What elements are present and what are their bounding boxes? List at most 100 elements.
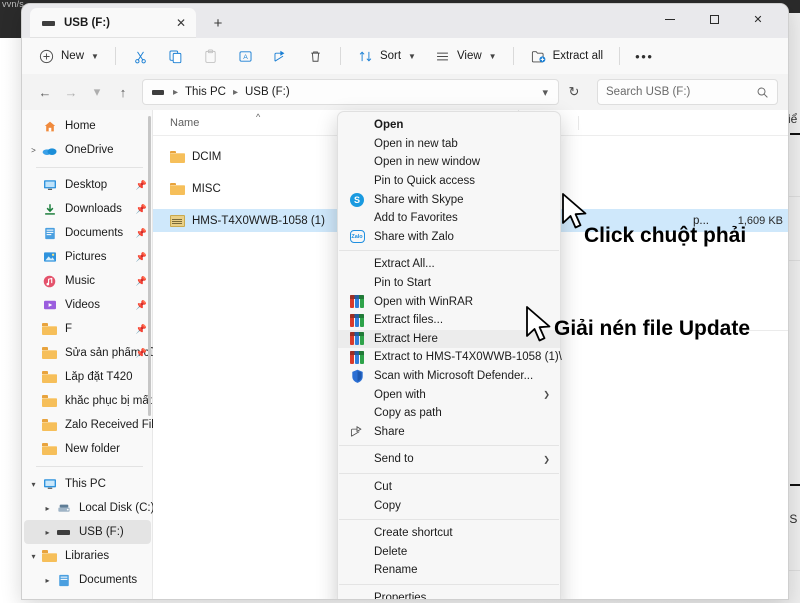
menu-item-copy[interactable]: Copy — [338, 496, 560, 515]
share-button[interactable] — [264, 42, 297, 70]
sidebar-item-music[interactable]: Music 📌 — [22, 269, 153, 293]
more-icon: ••• — [635, 49, 653, 64]
winrar-icon — [349, 312, 365, 328]
sidebar-item-local-disk-c[interactable]: ▸ Local Disk (C:) — [22, 496, 153, 520]
sidebar-item-onedrive[interactable]: > OneDrive — [22, 138, 153, 162]
view-button[interactable]: View ▼ — [426, 42, 505, 70]
menu-item-scan-with-defender[interactable]: Scan with Microsoft Defender... — [338, 367, 560, 386]
menu-item-label: Share with Zalo — [374, 231, 454, 243]
menu-item-share[interactable]: Share — [338, 423, 560, 442]
menu-item-copy-as-path[interactable]: Copy as path — [338, 404, 560, 423]
expander[interactable]: ▾ — [26, 480, 41, 489]
menu-item-open-in-new-window[interactable]: Open in new window — [338, 153, 560, 172]
chevron-down-icon: ▼ — [489, 52, 497, 61]
expander[interactable]: ▸ — [40, 504, 55, 513]
sidebar-item-downloads[interactable]: Downloads 📌 — [22, 197, 153, 221]
pin-icon[interactable]: 📌 — [136, 300, 147, 311]
downloads-icon — [41, 203, 58, 216]
sidebar-item-new-folder[interactable]: New folder — [22, 437, 153, 461]
address-bar-row: ← → ▾ ↑ ▸ This PC ▸ USB (F:) ▾ ↻ Search … — [22, 74, 788, 110]
sidebar-item-sua-san-pham-cu[interactable]: Sửa sản phẩm cũ 📌 — [22, 341, 153, 365]
sidebar-item-label: Home — [65, 120, 96, 132]
documents-icon — [41, 227, 58, 240]
menu-item-share-with-zalo[interactable]: Zalo Share with Zalo — [338, 228, 560, 247]
expander[interactable]: ▾ — [26, 552, 41, 561]
sidebar-item-label: OneDrive — [65, 144, 114, 156]
pin-icon[interactable]: 📌 — [136, 180, 147, 191]
sidebar-scrollbar[interactable] — [148, 116, 151, 416]
sidebar-item-lap-dat-t420[interactable]: Lắp đặt T420 — [22, 365, 153, 389]
back-button[interactable]: ← — [32, 79, 58, 105]
navigation-sidebar[interactable]: Home > OneDrive Desktop 📌 — [22, 110, 153, 599]
more-options-button[interactable]: ••• — [628, 42, 660, 70]
breadcrumb-this-pc[interactable]: This PC — [185, 86, 226, 98]
sidebar-item-home[interactable]: Home — [22, 114, 153, 138]
sidebar-item-usb-f[interactable]: ▸ USB (F:) — [24, 520, 151, 544]
close-window-button[interactable]: ✕ — [736, 4, 780, 34]
breadcrumb-usb-f[interactable]: USB (F:) — [245, 86, 290, 98]
folder-icon — [41, 371, 58, 383]
context-menu[interactable]: Open Open in new tab Open in new window … — [337, 111, 561, 599]
menu-item-open-with[interactable]: Open with ❯ — [338, 385, 560, 404]
menu-item-open[interactable]: Open — [338, 116, 560, 135]
refresh-button[interactable]: ↻ — [561, 79, 587, 105]
tab-usb-f[interactable]: USB (F:) ✕ — [30, 8, 196, 38]
sidebar-item-label: khắc phục bị mất kế — [65, 395, 153, 407]
sidebar-item-label: Zalo Received Files — [65, 419, 153, 431]
maximize-button[interactable] — [692, 4, 736, 34]
chevron-down-icon[interactable]: ▾ — [536, 86, 554, 99]
sidebar-item-zalo-received-files[interactable]: Zalo Received Files — [22, 413, 153, 437]
paste-button[interactable] — [194, 42, 227, 70]
pin-icon[interactable]: 📌 — [136, 204, 147, 215]
sidebar-item-libraries[interactable]: ▾ Libraries — [22, 544, 153, 568]
search-input[interactable]: Search USB (F:) — [597, 79, 778, 105]
menu-item-rename[interactable]: Rename — [338, 561, 560, 580]
menu-item-delete[interactable]: Delete — [338, 542, 560, 561]
pin-icon[interactable]: 📌 — [136, 348, 147, 359]
delete-icon — [307, 48, 324, 65]
sidebar-item-khac-phuc[interactable]: khắc phục bị mất kế — [22, 389, 153, 413]
close-icon[interactable]: ✕ — [172, 14, 190, 32]
sort-icon — [357, 48, 374, 65]
expander[interactable]: ▸ — [40, 576, 55, 585]
sort-button[interactable]: Sort ▼ — [349, 42, 424, 70]
sidebar-item-videos[interactable]: Videos 📌 — [22, 293, 153, 317]
recent-locations-button[interactable]: ▾ — [84, 79, 110, 105]
menu-item-add-to-favorites[interactable]: Add to Favorites — [338, 209, 560, 228]
pin-icon[interactable]: 📌 — [136, 228, 147, 239]
menu-item-extract-to-folder[interactable]: Extract to HMS-T4X0WWB-1058 (1)\ — [338, 348, 560, 367]
menu-item-cut[interactable]: Cut — [338, 478, 560, 497]
menu-item-properties[interactable]: Properties — [338, 589, 560, 599]
hard-drive-icon — [55, 502, 72, 514]
up-button[interactable]: ↑ — [110, 79, 136, 105]
cut-button[interactable] — [124, 42, 157, 70]
sidebar-item-f[interactable]: F 📌 — [22, 317, 153, 341]
minimize-button[interactable] — [648, 4, 692, 34]
expander[interactable]: > — [26, 146, 41, 155]
pin-icon[interactable]: 📌 — [136, 252, 147, 263]
sidebar-item-libraries-documents[interactable]: ▸ Documents — [22, 568, 153, 592]
rename-button[interactable]: A — [229, 42, 262, 70]
pin-icon[interactable]: 📌 — [136, 324, 147, 335]
sidebar-item-desktop[interactable]: Desktop 📌 — [22, 173, 153, 197]
address-breadcrumb-bar[interactable]: ▸ This PC ▸ USB (F:) ▾ — [142, 79, 559, 105]
menu-item-pin-to-quick-access[interactable]: Pin to Quick access — [338, 172, 560, 191]
pin-icon[interactable]: 📌 — [136, 276, 147, 287]
sidebar-item-this-pc[interactable]: ▾ This PC — [22, 472, 153, 496]
new-tab-button[interactable]: + — [208, 13, 228, 33]
menu-item-open-in-new-tab[interactable]: Open in new tab — [338, 135, 560, 154]
menu-item-share-with-skype[interactable]: S Share with Skype — [338, 190, 560, 209]
forward-button[interactable]: → — [58, 79, 84, 105]
sidebar-item-pictures[interactable]: Pictures 📌 — [22, 245, 153, 269]
expander[interactable]: ▸ — [40, 528, 55, 537]
sidebar-item-documents[interactable]: Documents 📌 — [22, 221, 153, 245]
delete-button[interactable] — [299, 42, 332, 70]
extract-all-button[interactable]: Extract all — [522, 42, 612, 70]
copy-button[interactable] — [159, 42, 192, 70]
new-button[interactable]: New ▼ — [30, 42, 107, 70]
menu-item-create-shortcut[interactable]: Create shortcut — [338, 524, 560, 543]
menu-item-extract-all[interactable]: Extract All... — [338, 255, 560, 274]
menu-item-send-to[interactable]: Send to ❯ — [338, 450, 560, 469]
menu-item-pin-to-start[interactable]: Pin to Start — [338, 274, 560, 293]
folder-icon — [170, 183, 185, 195]
